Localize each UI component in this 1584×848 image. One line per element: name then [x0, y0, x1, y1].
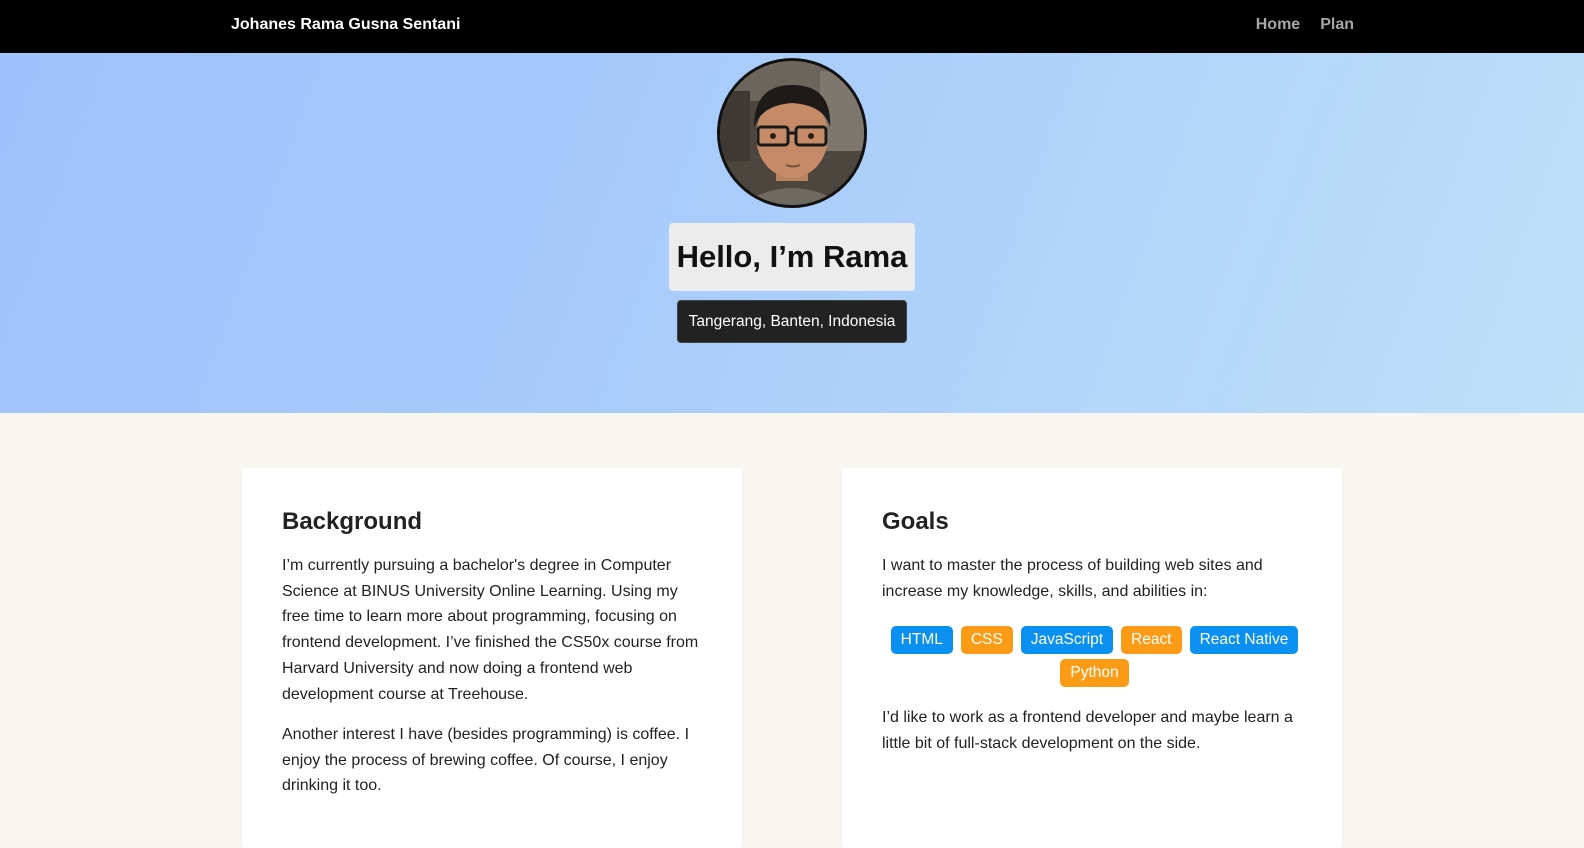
greeting-heading: Hello, I’m Rama — [676, 239, 908, 274]
goals-title: Goals — [882, 508, 949, 535]
tag-python[interactable]: Python — [1060, 659, 1129, 687]
tag-css[interactable]: CSS — [960, 626, 1013, 654]
background-card: Background I’m currently pursuing a bach… — [242, 468, 742, 848]
goals-card: Goals I want to master the process of bu… — [842, 468, 1342, 848]
tag-javascript[interactable]: JavaScript — [1020, 626, 1114, 654]
hero-section: Hello, I’m Rama Tangerang, Banten, Indon… — [0, 53, 1584, 413]
goals-paragraph-1: I want to master the process of building… — [882, 557, 1263, 600]
skill-tags: HTML CSS JavaScript React React Native P… — [882, 626, 1307, 687]
location-badge: Tangerang, Banten, Indonesia — [677, 300, 907, 343]
nav-link-plan[interactable]: Plan — [1320, 16, 1354, 34]
nav-link-home[interactable]: Home — [1256, 16, 1300, 34]
location-text: Tangerang, Banten, Indonesia — [688, 312, 896, 330]
tag-html[interactable]: HTML — [890, 626, 953, 654]
tag-react[interactable]: React — [1121, 626, 1182, 654]
background-paragraph-2: Another interest I have (besides program… — [282, 726, 690, 795]
profile-photo-icon — [720, 61, 864, 205]
greeting-box: Hello, I’m Rama — [669, 223, 915, 291]
nav-links: Home Plan — [1256, 16, 1354, 34]
navbar: Johanes Rama Gusna Sentani Home Plan — [0, 0, 1584, 53]
tag-react-native[interactable]: React Native — [1189, 626, 1299, 654]
goals-paragraph-2: I’d like to work as a frontend developer… — [882, 709, 1293, 752]
brand-name[interactable]: Johanes Rama Gusna Sentani — [231, 16, 460, 34]
avatar — [717, 58, 867, 208]
background-paragraph-1: I’m currently pursuing a bachelor's degr… — [282, 557, 699, 703]
background-title: Background — [282, 508, 423, 535]
